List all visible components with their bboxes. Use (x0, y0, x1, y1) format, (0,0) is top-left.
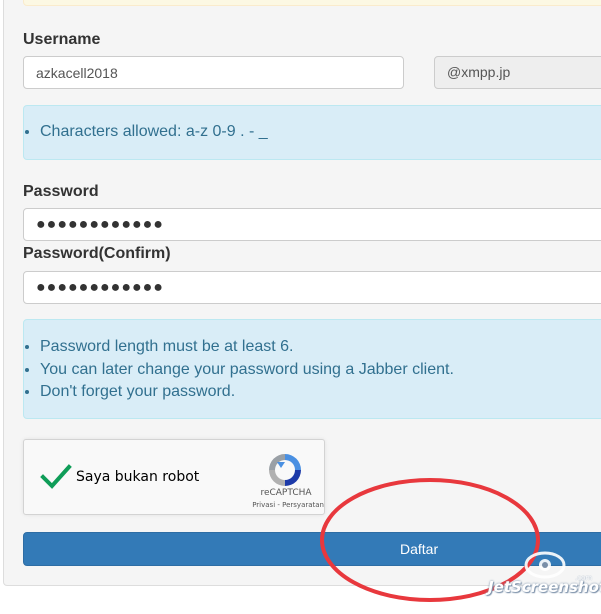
password-label: Password (23, 183, 99, 200)
password-hint: Password length must be at least 6. (40, 336, 601, 359)
recaptcha-logo-icon (269, 454, 301, 486)
password-hint: Don't forget your password. (40, 381, 601, 404)
password-hint-box: Password length must be at least 6. You … (23, 319, 601, 419)
top-alert (23, 0, 601, 6)
username-input[interactable] (23, 56, 404, 89)
recaptcha-widget: Saya bukan robot reCAPTCHA Privasi - Per… (23, 439, 325, 515)
password-input[interactable]: ●●●●●●●●●●●● (23, 208, 601, 241)
password-confirm-value: ●●●●●●●●●●●● (36, 279, 164, 296)
recaptcha-label: Saya bukan robot (76, 469, 200, 485)
submit-label: Daftar (400, 541, 439, 557)
recaptcha-brand: reCAPTCHA (260, 488, 312, 498)
password-hint: You can later change your password using… (40, 359, 601, 382)
password-confirm-label: Password(Confirm) (23, 245, 171, 262)
password-confirm-input[interactable]: ●●●●●●●●●●●● (23, 271, 601, 304)
domain-suffix: @xmpp.jp (434, 56, 601, 89)
watermark-suffix: .com (575, 574, 593, 582)
recaptcha-links[interactable]: Privasi - Persyaratan (224, 501, 324, 509)
checkmark-icon[interactable] (40, 460, 72, 492)
password-value: ●●●●●●●●●●●● (36, 216, 164, 233)
submit-button[interactable]: Daftar (23, 532, 601, 566)
watermark-icon (524, 551, 566, 579)
username-label: Username (23, 31, 101, 48)
username-hint-box: Characters allowed: a-z 0-9 . - _ (23, 105, 601, 160)
username-hint: Characters allowed: a-z 0-9 . - _ (40, 121, 601, 144)
